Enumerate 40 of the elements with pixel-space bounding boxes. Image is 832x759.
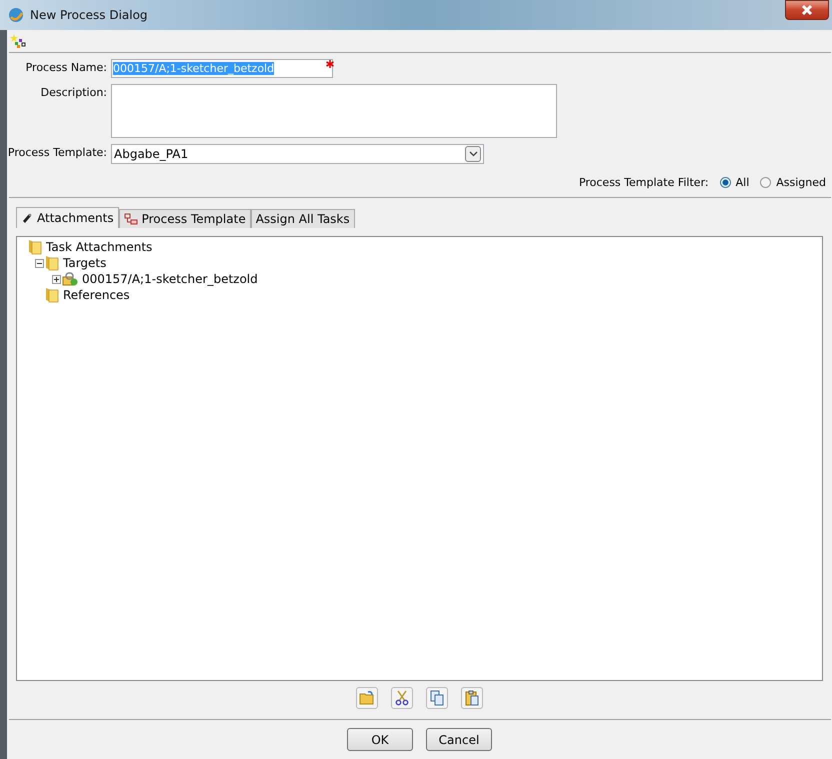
tab[interactable]: Process Template	[118, 209, 251, 228]
description-field[interactable]	[111, 84, 557, 138]
radio-label: Assigned	[776, 176, 826, 189]
cut-icon[interactable]	[391, 687, 413, 709]
dropdown-button[interactable]	[465, 146, 481, 162]
radio-button[interactable]	[760, 177, 772, 188]
caret-icon	[468, 151, 478, 157]
field-label: Description:	[40, 85, 108, 99]
field-label: Process Template:	[7, 145, 108, 159]
tab[interactable]: Attachments	[16, 207, 119, 228]
close-button[interactable]	[785, 0, 829, 20]
expand-icon[interactable]	[52, 274, 61, 284]
folder-icon	[28, 239, 42, 255]
collapse-icon[interactable]	[35, 258, 44, 268]
app-icon	[8, 7, 24, 23]
paste-icon[interactable]	[461, 687, 483, 709]
dropdown-value: Abgabe_PA1	[114, 147, 190, 161]
folder-icon	[45, 255, 59, 271]
radio-button[interactable]	[720, 177, 731, 188]
field-value: 000157/A;1-sketcher_betzold	[113, 62, 274, 75]
process-template-dropdown[interactable]: Abgabe_PA1	[111, 144, 484, 164]
tab[interactable]: Assign All Tasks	[250, 209, 355, 228]
paperclip-icon	[21, 212, 33, 224]
diagram-icon	[124, 213, 138, 225]
field-label: Process Name:	[24, 60, 108, 74]
item-icon	[62, 271, 78, 287]
window-title: New Process Dialog	[30, 8, 148, 22]
tree-item[interactable]: References	[63, 288, 130, 302]
copy-icon[interactable]	[426, 687, 448, 709]
tree-item[interactable]: 000157/A;1-sketcher_betzold	[82, 272, 258, 286]
radio-label: All	[736, 176, 750, 189]
tree-item[interactable]: Targets	[63, 256, 106, 270]
new-process-icon[interactable]	[10, 33, 26, 49]
dialog-button[interactable]: Cancel	[426, 728, 492, 751]
filter-label: Process Template Filter:	[578, 176, 709, 189]
folder-icon	[45, 287, 59, 303]
close-icon	[800, 4, 814, 16]
dialog-button[interactable]: OK	[347, 728, 413, 751]
folder-icon[interactable]	[356, 687, 378, 709]
tree-item[interactable]: Task Attachments	[46, 240, 152, 254]
